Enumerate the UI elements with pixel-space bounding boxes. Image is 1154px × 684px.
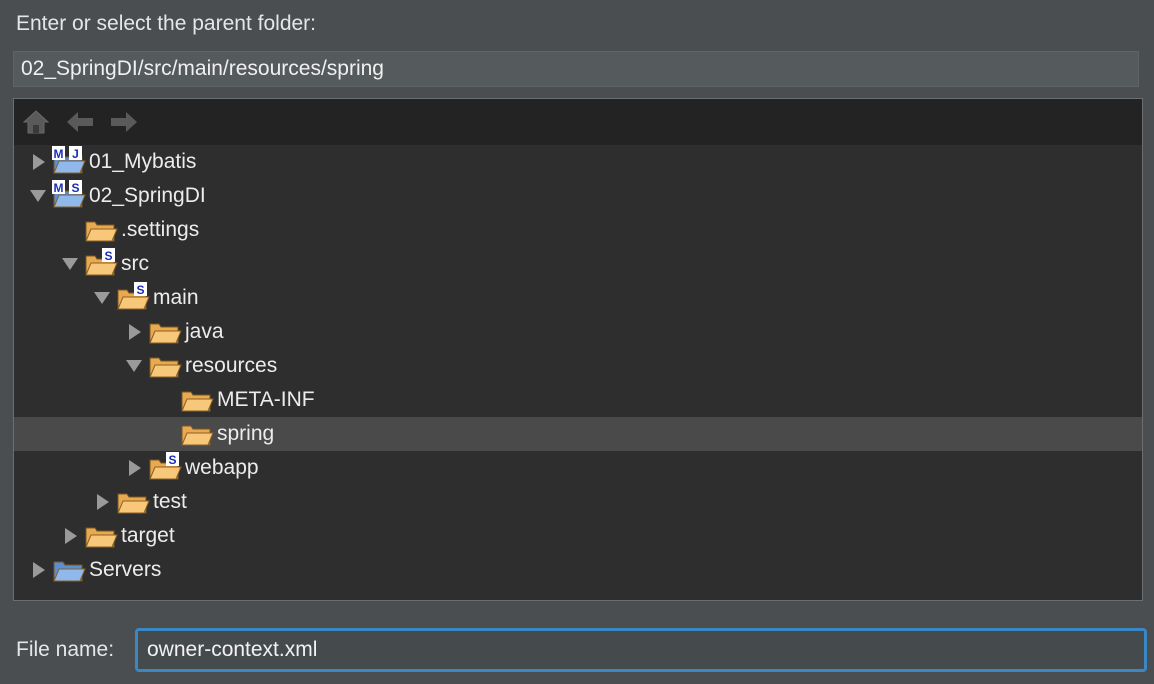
folder-icon: S	[116, 282, 150, 312]
tree-item-label: target	[121, 524, 175, 547]
project-folder-icon: MJ	[52, 146, 86, 176]
home-icon[interactable]	[22, 108, 50, 136]
project-folder-icon: MS	[52, 180, 86, 210]
tree-item[interactable]: Swebapp	[14, 451, 1142, 485]
tree-item[interactable]: target	[14, 519, 1142, 553]
folder-icon	[148, 318, 182, 346]
tree-item[interactable]: META-INF	[14, 383, 1142, 417]
folder-icon: S	[84, 248, 118, 278]
folder-icon	[84, 216, 118, 244]
collapse-arrow-icon[interactable]	[30, 562, 46, 578]
tree-item-label: test	[153, 490, 187, 513]
tree-item-label: src	[121, 252, 149, 275]
tree-item-label: webapp	[185, 456, 259, 479]
project-folder-icon	[52, 556, 86, 584]
svg-text:M: M	[54, 181, 64, 195]
forward-arrow-icon[interactable]	[109, 108, 137, 136]
folder-icon	[116, 488, 150, 516]
tree-toolbar	[14, 99, 1142, 145]
folder-tree-panel[interactable]: M J 01_Mybatis M S 02_SpringDI .settings Ssrc Sm…	[13, 98, 1143, 601]
svg-text:S: S	[71, 181, 79, 195]
folder-icon: S	[148, 452, 182, 482]
folder-prompt: Enter or select the parent folder:	[16, 12, 316, 35]
folder-icon	[84, 522, 118, 550]
tree-item-label: META-INF	[217, 388, 315, 411]
svg-text:M: M	[54, 147, 64, 161]
expand-arrow-icon[interactable]	[126, 358, 142, 374]
tree-item[interactable]: java	[14, 315, 1142, 349]
parent-folder-field[interactable]: 02_SpringDI/src/main/resources/spring	[13, 51, 1139, 87]
svg-text:S: S	[136, 283, 144, 297]
expand-arrow-icon[interactable]	[62, 256, 78, 272]
tree-item[interactable]: .settings	[14, 213, 1142, 247]
tree-item-label: .settings	[121, 218, 200, 241]
collapse-arrow-icon[interactable]	[126, 324, 142, 340]
svg-text:J: J	[72, 147, 79, 161]
tree-item-label: java	[185, 320, 224, 343]
folder-icon	[180, 386, 214, 414]
back-arrow-icon[interactable]	[65, 108, 93, 136]
collapse-arrow-icon[interactable]	[94, 494, 110, 510]
tree-item-label: Servers	[89, 558, 162, 581]
tree-item-label: resources	[185, 354, 278, 377]
expand-arrow-icon[interactable]	[30, 188, 46, 204]
tree-item-label: 01_Mybatis	[89, 150, 197, 173]
collapse-arrow-icon[interactable]	[30, 154, 46, 170]
collapse-arrow-icon[interactable]	[126, 460, 142, 476]
tree-item[interactable]: test	[14, 485, 1142, 519]
svg-text:S: S	[104, 249, 112, 263]
expand-arrow-icon[interactable]	[94, 290, 110, 306]
tree-item[interactable]: resources	[14, 349, 1142, 383]
tree-item-label: spring	[217, 422, 275, 445]
tree-item-label: main	[153, 286, 199, 309]
tree-item-label: 02_SpringDI	[89, 184, 206, 207]
tree-item[interactable]: Smain	[14, 281, 1142, 315]
folder-icon	[180, 420, 214, 448]
svg-text:S: S	[168, 453, 176, 467]
tree-rows: M J 01_Mybatis M S 02_SpringDI .settings Ssrc Sm…	[14, 145, 1142, 587]
tree-item[interactable]: Ssrc	[14, 247, 1142, 281]
tree-item[interactable]: M J 01_Mybatis	[14, 145, 1142, 179]
tree-item[interactable]: Servers	[14, 553, 1142, 587]
file-name-input[interactable]: owner-context.xml	[135, 628, 1147, 672]
tree-item[interactable]: spring	[14, 417, 1142, 451]
folder-icon	[148, 352, 182, 380]
collapse-arrow-icon[interactable]	[62, 528, 78, 544]
file-name-label: File name:	[16, 638, 115, 661]
tree-item[interactable]: M S 02_SpringDI	[14, 179, 1142, 213]
